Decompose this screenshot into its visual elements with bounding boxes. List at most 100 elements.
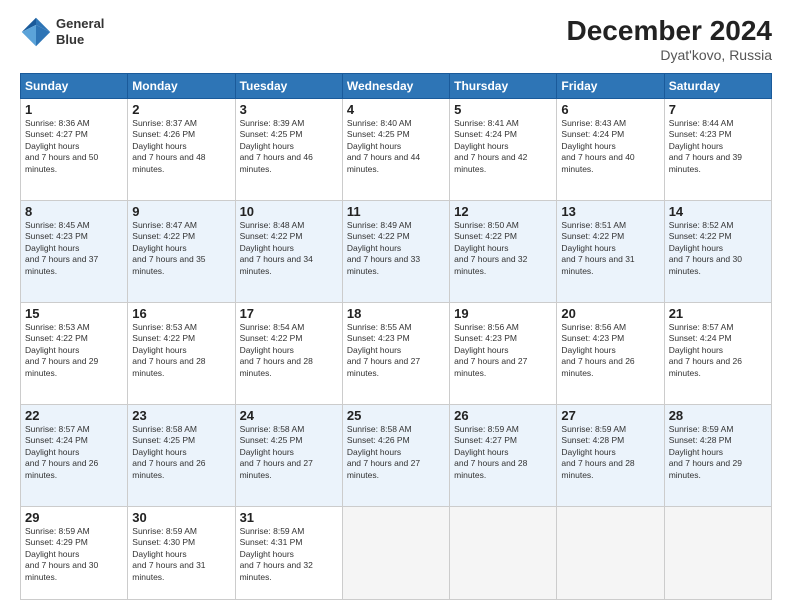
day-number: 22 xyxy=(25,408,123,423)
day-info: Sunrise: 8:51 AMSunset: 4:22 PMDaylight … xyxy=(561,220,634,276)
day-number: 4 xyxy=(347,102,445,117)
day-number: 24 xyxy=(240,408,338,423)
day-number: 5 xyxy=(454,102,552,117)
calendar-cell xyxy=(664,506,771,599)
day-info: Sunrise: 8:58 AMSunset: 4:25 PMDaylight … xyxy=(240,424,313,480)
calendar-cell xyxy=(557,506,664,599)
calendar-cell: 5Sunrise: 8:41 AMSunset: 4:24 PMDaylight… xyxy=(450,98,557,200)
calendar-cell: 31Sunrise: 8:59 AMSunset: 4:31 PMDayligh… xyxy=(235,506,342,599)
day-number: 23 xyxy=(132,408,230,423)
day-number: 18 xyxy=(347,306,445,321)
day-number: 7 xyxy=(669,102,767,117)
day-number: 6 xyxy=(561,102,659,117)
calendar-cell: 6Sunrise: 8:43 AMSunset: 4:24 PMDaylight… xyxy=(557,98,664,200)
day-number: 16 xyxy=(132,306,230,321)
day-info: Sunrise: 8:57 AMSunset: 4:24 PMDaylight … xyxy=(669,322,742,378)
main-title: December 2024 xyxy=(567,16,772,47)
calendar-cell: 11Sunrise: 8:49 AMSunset: 4:22 PMDayligh… xyxy=(342,200,449,302)
logo: General Blue xyxy=(20,16,104,48)
calendar-cell: 10Sunrise: 8:48 AMSunset: 4:22 PMDayligh… xyxy=(235,200,342,302)
day-info: Sunrise: 8:49 AMSunset: 4:22 PMDaylight … xyxy=(347,220,420,276)
calendar-cell: 1Sunrise: 8:36 AMSunset: 4:27 PMDaylight… xyxy=(21,98,128,200)
day-info: Sunrise: 8:58 AMSunset: 4:26 PMDaylight … xyxy=(347,424,420,480)
subtitle: Dyat'kovo, Russia xyxy=(567,47,772,63)
day-info: Sunrise: 8:56 AMSunset: 4:23 PMDaylight … xyxy=(454,322,527,378)
day-header-tuesday: Tuesday xyxy=(235,73,342,98)
calendar-cell xyxy=(450,506,557,599)
calendar-cell: 21Sunrise: 8:57 AMSunset: 4:24 PMDayligh… xyxy=(664,302,771,404)
calendar-table: SundayMondayTuesdayWednesdayThursdayFrid… xyxy=(20,73,772,600)
day-info: Sunrise: 8:58 AMSunset: 4:25 PMDaylight … xyxy=(132,424,205,480)
day-info: Sunrise: 8:50 AMSunset: 4:22 PMDaylight … xyxy=(454,220,527,276)
day-header-sunday: Sunday xyxy=(21,73,128,98)
day-info: Sunrise: 8:59 AMSunset: 4:29 PMDaylight … xyxy=(25,526,98,582)
day-info: Sunrise: 8:53 AMSunset: 4:22 PMDaylight … xyxy=(132,322,205,378)
day-number: 2 xyxy=(132,102,230,117)
day-number: 12 xyxy=(454,204,552,219)
calendar-cell: 3Sunrise: 8:39 AMSunset: 4:25 PMDaylight… xyxy=(235,98,342,200)
calendar-cell: 19Sunrise: 8:56 AMSunset: 4:23 PMDayligh… xyxy=(450,302,557,404)
day-info: Sunrise: 8:43 AMSunset: 4:24 PMDaylight … xyxy=(561,118,634,174)
calendar-week-row: 15Sunrise: 8:53 AMSunset: 4:22 PMDayligh… xyxy=(21,302,772,404)
day-number: 1 xyxy=(25,102,123,117)
day-info: Sunrise: 8:36 AMSunset: 4:27 PMDaylight … xyxy=(25,118,98,174)
day-number: 10 xyxy=(240,204,338,219)
day-number: 19 xyxy=(454,306,552,321)
day-number: 30 xyxy=(132,510,230,525)
calendar-cell: 16Sunrise: 8:53 AMSunset: 4:22 PMDayligh… xyxy=(128,302,235,404)
day-number: 11 xyxy=(347,204,445,219)
day-number: 31 xyxy=(240,510,338,525)
day-info: Sunrise: 8:52 AMSunset: 4:22 PMDaylight … xyxy=(669,220,742,276)
day-number: 14 xyxy=(669,204,767,219)
calendar-cell: 14Sunrise: 8:52 AMSunset: 4:22 PMDayligh… xyxy=(664,200,771,302)
day-number: 27 xyxy=(561,408,659,423)
calendar-cell: 25Sunrise: 8:58 AMSunset: 4:26 PMDayligh… xyxy=(342,404,449,506)
day-header-friday: Friday xyxy=(557,73,664,98)
day-info: Sunrise: 8:41 AMSunset: 4:24 PMDaylight … xyxy=(454,118,527,174)
day-number: 9 xyxy=(132,204,230,219)
day-number: 15 xyxy=(25,306,123,321)
day-info: Sunrise: 8:45 AMSunset: 4:23 PMDaylight … xyxy=(25,220,98,276)
day-info: Sunrise: 8:59 AMSunset: 4:28 PMDaylight … xyxy=(669,424,742,480)
day-number: 28 xyxy=(669,408,767,423)
day-number: 13 xyxy=(561,204,659,219)
day-info: Sunrise: 8:44 AMSunset: 4:23 PMDaylight … xyxy=(669,118,742,174)
day-number: 26 xyxy=(454,408,552,423)
day-info: Sunrise: 8:55 AMSunset: 4:23 PMDaylight … xyxy=(347,322,420,378)
day-info: Sunrise: 8:53 AMSunset: 4:22 PMDaylight … xyxy=(25,322,98,378)
day-info: Sunrise: 8:59 AMSunset: 4:30 PMDaylight … xyxy=(132,526,205,582)
calendar-cell xyxy=(342,506,449,599)
calendar-cell: 28Sunrise: 8:59 AMSunset: 4:28 PMDayligh… xyxy=(664,404,771,506)
day-header-monday: Monday xyxy=(128,73,235,98)
calendar-cell: 7Sunrise: 8:44 AMSunset: 4:23 PMDaylight… xyxy=(664,98,771,200)
calendar-cell: 20Sunrise: 8:56 AMSunset: 4:23 PMDayligh… xyxy=(557,302,664,404)
day-info: Sunrise: 8:57 AMSunset: 4:24 PMDaylight … xyxy=(25,424,98,480)
day-info: Sunrise: 8:54 AMSunset: 4:22 PMDaylight … xyxy=(240,322,313,378)
day-header-saturday: Saturday xyxy=(664,73,771,98)
day-info: Sunrise: 8:48 AMSunset: 4:22 PMDaylight … xyxy=(240,220,313,276)
calendar-cell: 30Sunrise: 8:59 AMSunset: 4:30 PMDayligh… xyxy=(128,506,235,599)
day-header-wednesday: Wednesday xyxy=(342,73,449,98)
title-block: December 2024 Dyat'kovo, Russia xyxy=(567,16,772,63)
day-info: Sunrise: 8:59 AMSunset: 4:31 PMDaylight … xyxy=(240,526,313,582)
day-info: Sunrise: 8:39 AMSunset: 4:25 PMDaylight … xyxy=(240,118,313,174)
day-number: 8 xyxy=(25,204,123,219)
calendar-cell: 26Sunrise: 8:59 AMSunset: 4:27 PMDayligh… xyxy=(450,404,557,506)
calendar-cell: 27Sunrise: 8:59 AMSunset: 4:28 PMDayligh… xyxy=(557,404,664,506)
day-number: 29 xyxy=(25,510,123,525)
calendar-body: 1Sunrise: 8:36 AMSunset: 4:27 PMDaylight… xyxy=(21,98,772,599)
calendar-cell: 29Sunrise: 8:59 AMSunset: 4:29 PMDayligh… xyxy=(21,506,128,599)
calendar-cell: 9Sunrise: 8:47 AMSunset: 4:22 PMDaylight… xyxy=(128,200,235,302)
day-number: 20 xyxy=(561,306,659,321)
calendar-header-row: SundayMondayTuesdayWednesdayThursdayFrid… xyxy=(21,73,772,98)
day-number: 21 xyxy=(669,306,767,321)
calendar-cell: 18Sunrise: 8:55 AMSunset: 4:23 PMDayligh… xyxy=(342,302,449,404)
day-number: 17 xyxy=(240,306,338,321)
day-header-thursday: Thursday xyxy=(450,73,557,98)
calendar-cell: 13Sunrise: 8:51 AMSunset: 4:22 PMDayligh… xyxy=(557,200,664,302)
header: General Blue December 2024 Dyat'kovo, Ru… xyxy=(20,16,772,63)
day-info: Sunrise: 8:59 AMSunset: 4:27 PMDaylight … xyxy=(454,424,527,480)
calendar-cell: 4Sunrise: 8:40 AMSunset: 4:25 PMDaylight… xyxy=(342,98,449,200)
day-info: Sunrise: 8:56 AMSunset: 4:23 PMDaylight … xyxy=(561,322,634,378)
logo-icon xyxy=(20,16,52,48)
